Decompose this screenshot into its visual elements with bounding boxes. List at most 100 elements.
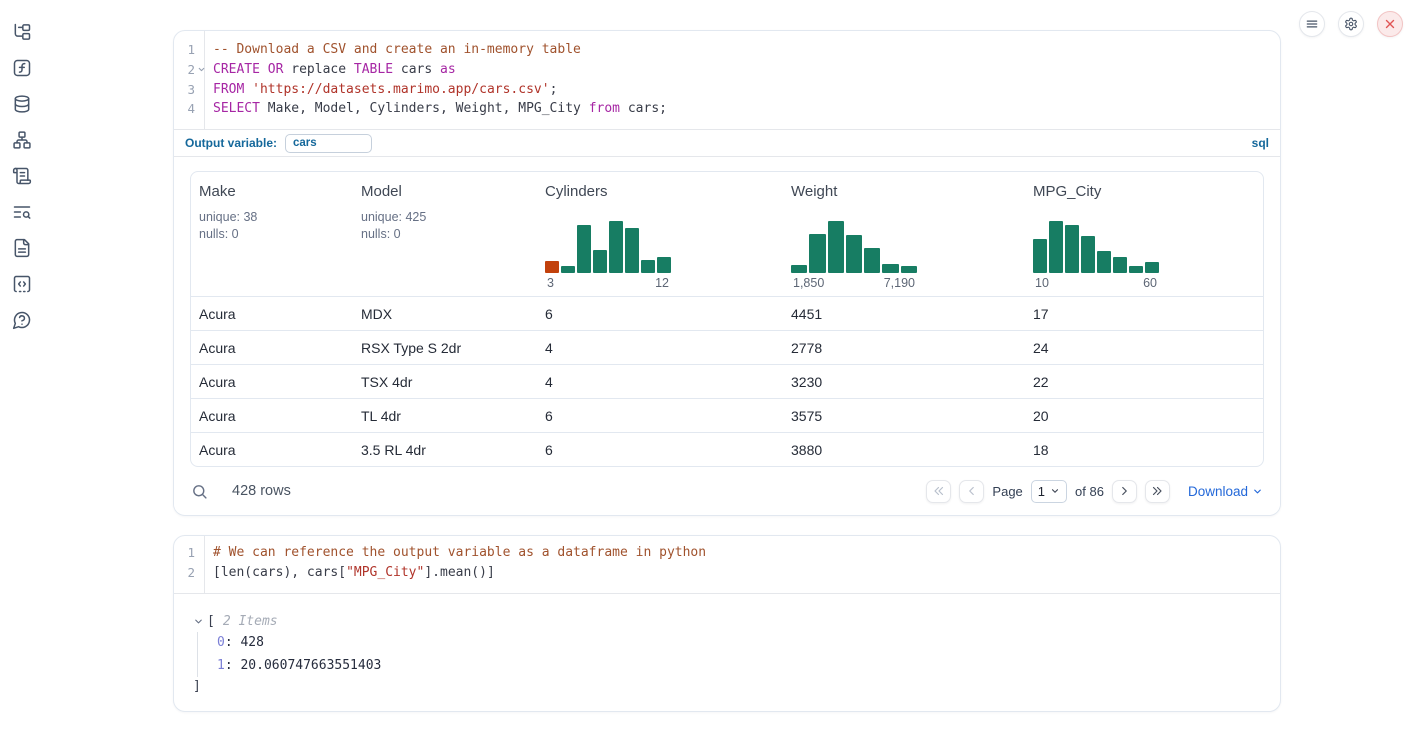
histogram-bar bbox=[1145, 262, 1159, 273]
line-number: 2 bbox=[174, 60, 204, 80]
column-histogram[interactable]: 1060 bbox=[1033, 221, 1159, 290]
column-header-weight[interactable]: Weight 1,8507,190 bbox=[783, 172, 1025, 296]
chevron-left-icon bbox=[966, 485, 978, 497]
column-stats: unique: 425nulls: 0 bbox=[361, 209, 529, 242]
histogram-bar bbox=[657, 257, 671, 273]
code-snippet-icon bbox=[12, 274, 32, 294]
page-select[interactable]: 1 bbox=[1031, 480, 1067, 503]
items-count: 2 Items bbox=[223, 614, 278, 629]
sidebar-item-scroll-text[interactable] bbox=[8, 166, 36, 186]
chevron-down-icon bbox=[1050, 486, 1060, 496]
histogram-bar bbox=[791, 265, 807, 273]
file-tree-icon bbox=[12, 22, 32, 42]
page-label: Page bbox=[992, 484, 1022, 499]
code-line: 1# We can reference the output variable … bbox=[174, 543, 1280, 563]
histogram-min-label: 10 bbox=[1035, 276, 1049, 290]
column-header-model[interactable]: Model unique: 425nulls: 0 bbox=[353, 172, 537, 296]
table-cell: 2778 bbox=[783, 331, 1025, 364]
table-row[interactable]: AcuraTL 4dr6357520 bbox=[191, 398, 1263, 432]
sidebar-item-help-circle[interactable] bbox=[8, 310, 36, 330]
tree-entry: 0: 428 bbox=[217, 632, 1264, 655]
sql-code-editor[interactable]: 1-- Download a CSV and create an in-memo… bbox=[174, 31, 1280, 129]
function-square-icon bbox=[12, 58, 32, 78]
table-cell: 4 bbox=[537, 365, 783, 398]
code-line: 4SELECT Make, Model, Cylinders, Weight, … bbox=[174, 99, 1280, 119]
output-variable-input[interactable] bbox=[285, 134, 372, 153]
chevrons-left-icon bbox=[933, 485, 945, 497]
histogram-bar bbox=[1097, 251, 1111, 273]
column-name: Weight bbox=[791, 183, 1017, 200]
open-bracket: [ bbox=[207, 614, 215, 629]
download-label: Download bbox=[1188, 484, 1248, 499]
sidebar-item-network[interactable] bbox=[8, 130, 36, 150]
code-line: 2CREATE OR replace TABLE cars as bbox=[174, 60, 1280, 80]
table-row[interactable]: AcuraTSX 4dr4323022 bbox=[191, 364, 1263, 398]
download-button[interactable]: Download bbox=[1188, 484, 1263, 499]
close-bracket: ] bbox=[193, 677, 1264, 697]
table-row[interactable]: Acura3.5 RL 4dr6388018 bbox=[191, 432, 1263, 466]
code-text: FROM 'https://datasets.marimo.app/cars.c… bbox=[204, 80, 557, 100]
sidebar-item-file-text[interactable] bbox=[8, 238, 36, 258]
sidebar-item-database[interactable] bbox=[8, 94, 36, 114]
table-row[interactable]: AcuraMDX6445117 bbox=[191, 296, 1263, 330]
python-cell-output: [ 2 Items 0: 4281: 20.060747663551403 ] bbox=[174, 593, 1280, 697]
collapse-icon[interactable] bbox=[193, 616, 204, 627]
code-text: SELECT Make, Model, Cylinders, Weight, M… bbox=[204, 99, 667, 119]
sidebar-item-code-snippet[interactable] bbox=[8, 274, 36, 294]
histogram-bar bbox=[828, 221, 844, 273]
histogram-bar bbox=[1081, 236, 1095, 273]
code-text: CREATE OR replace TABLE cars as bbox=[204, 60, 456, 80]
help-circle-icon bbox=[12, 310, 32, 330]
histogram-bar bbox=[1049, 221, 1063, 273]
column-header-cylinders[interactable]: Cylinders312 bbox=[537, 172, 783, 296]
sidebar-item-text-search[interactable] bbox=[8, 202, 36, 222]
histogram-bar bbox=[561, 266, 575, 273]
column-name: MPG_City bbox=[1033, 183, 1255, 200]
tree-value: : 428 bbox=[225, 635, 264, 650]
text-search-icon bbox=[12, 202, 32, 222]
table-cell: 3.5 RL 4dr bbox=[353, 433, 537, 466]
table-row[interactable]: AcuraRSX Type S 2dr4277824 bbox=[191, 330, 1263, 364]
histogram-bar bbox=[625, 228, 639, 273]
output-variable-label: Output variable: bbox=[185, 136, 277, 150]
shutdown-button[interactable] bbox=[1377, 11, 1403, 37]
line-number: 3 bbox=[174, 80, 204, 100]
prev-page-button[interactable] bbox=[959, 480, 984, 503]
python-code-editor[interactable]: 1# We can reference the output variable … bbox=[174, 536, 1280, 593]
table-cell: Acura bbox=[191, 433, 353, 466]
table-cell: 6 bbox=[537, 433, 783, 466]
last-page-button[interactable] bbox=[1145, 480, 1170, 503]
column-header-make[interactable]: Makeunique: 38nulls: 0 bbox=[191, 172, 353, 296]
histogram-bar bbox=[809, 234, 825, 273]
code-text: -- Download a CSV and create an in-memor… bbox=[204, 40, 581, 60]
settings-button[interactable] bbox=[1338, 11, 1364, 37]
gutter-divider bbox=[204, 536, 205, 593]
line-number: 1 bbox=[174, 543, 204, 563]
scroll-text-icon bbox=[12, 166, 32, 186]
histogram-min-label: 1,850 bbox=[793, 276, 824, 290]
column-header-mpg_city[interactable]: MPG_City 1060 bbox=[1025, 172, 1263, 296]
histogram-bar bbox=[846, 235, 862, 273]
table-cell: Acura bbox=[191, 297, 353, 330]
file-text-icon bbox=[12, 238, 32, 258]
column-histogram[interactable]: 1,8507,190 bbox=[791, 221, 917, 290]
histogram-bar bbox=[1065, 225, 1079, 273]
pagination: Page 1 of 86 bbox=[926, 480, 1170, 503]
search-icon[interactable] bbox=[191, 483, 208, 500]
table-cell: TSX 4dr bbox=[353, 365, 537, 398]
line-number: 4 bbox=[174, 99, 204, 119]
column-histogram[interactable]: 312 bbox=[545, 221, 671, 290]
histogram-bar bbox=[1129, 266, 1143, 273]
next-page-button[interactable] bbox=[1112, 480, 1137, 503]
gear-icon bbox=[1344, 17, 1358, 31]
fold-icon[interactable] bbox=[197, 65, 206, 74]
sidebar-item-function-square[interactable] bbox=[8, 58, 36, 78]
sidebar-item-file-tree[interactable] bbox=[8, 22, 36, 42]
histogram-min-label: 3 bbox=[547, 276, 554, 290]
histogram-bar bbox=[641, 260, 655, 273]
first-page-button[interactable] bbox=[926, 480, 951, 503]
table-cell: 4 bbox=[537, 331, 783, 364]
column-name: Model bbox=[361, 183, 529, 200]
menu-button[interactable] bbox=[1299, 11, 1325, 37]
chevron-right-icon bbox=[1118, 485, 1130, 497]
